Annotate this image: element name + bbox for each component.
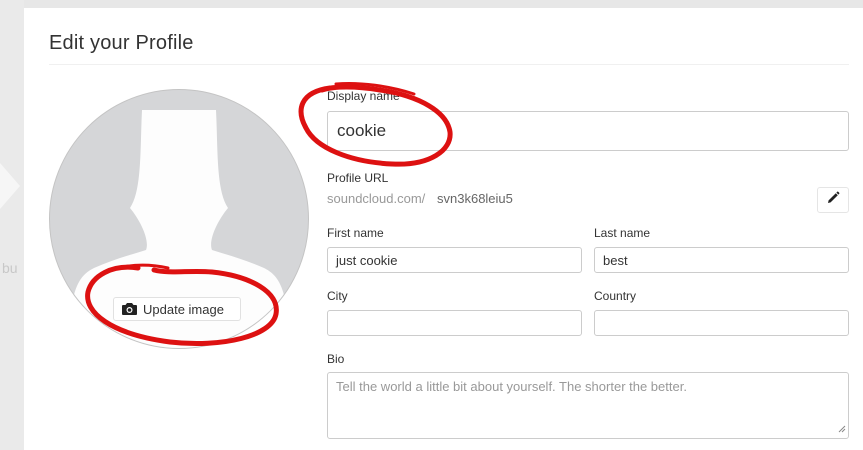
country-label: Country: [594, 289, 637, 303]
first-name-label: First name: [327, 226, 384, 240]
display-name-input[interactable]: cookie: [327, 111, 849, 151]
page: bu Edit your Profile Update image Displa…: [0, 0, 863, 450]
last-name-value: best: [603, 252, 628, 268]
city-input[interactable]: [327, 310, 582, 336]
edit-profile-modal: Edit your Profile Update image Display n…: [24, 8, 863, 450]
background-play-shape: [0, 140, 20, 232]
title-divider: [49, 64, 849, 65]
bio-label: Bio: [327, 352, 345, 366]
display-name-label: Display name *: [327, 89, 406, 103]
profile-url-prefix: soundcloud.com/: [327, 191, 426, 206]
background-partial-text: bu: [2, 260, 18, 276]
first-name-input[interactable]: just cookie: [327, 247, 582, 273]
resize-grip-icon[interactable]: [838, 421, 846, 436]
edit-profile-url-button[interactable]: [817, 187, 849, 213]
background-page: bu: [0, 0, 24, 450]
country-input[interactable]: [594, 310, 849, 336]
last-name-label: Last name: [594, 226, 651, 240]
modal-title: Edit your Profile: [49, 32, 194, 54]
required-marker: *: [401, 89, 407, 103]
update-image-button[interactable]: Update image: [113, 297, 241, 321]
last-name-input[interactable]: best: [594, 247, 849, 273]
update-image-label: Update image: [143, 301, 224, 317]
bio-placeholder: Tell the world a little bit about yourse…: [336, 379, 687, 394]
bio-textarea[interactable]: Tell the world a little bit about yourse…: [327, 372, 849, 439]
display-name-value: cookie: [337, 121, 387, 140]
city-label: City: [327, 289, 348, 303]
profile-url-value: svn3k68leiu5: [437, 191, 513, 206]
display-name-label-text: Display name: [327, 89, 400, 103]
camera-icon: [122, 303, 137, 315]
first-name-value: just cookie: [336, 252, 398, 268]
profile-url-label: Profile URL: [327, 171, 389, 185]
pencil-icon: [826, 191, 840, 210]
